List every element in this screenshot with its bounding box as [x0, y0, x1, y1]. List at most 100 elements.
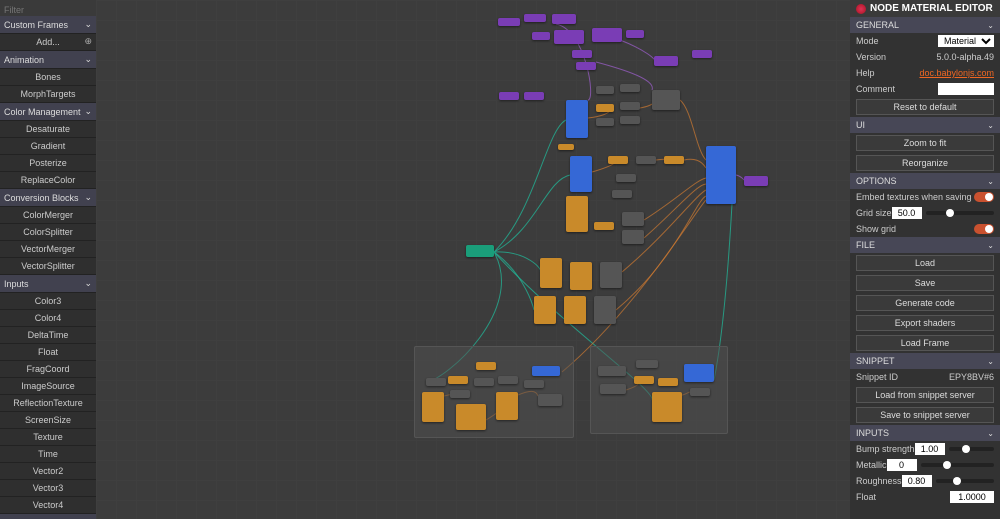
graph-node[interactable] [692, 50, 712, 58]
graph-node[interactable] [498, 18, 520, 26]
gridsize-input[interactable] [892, 207, 922, 219]
graph-node[interactable] [456, 404, 486, 430]
block-item-gradient[interactable]: Gradient [0, 138, 96, 155]
category-custom-frames[interactable]: Custom Frames⌄ [0, 16, 96, 34]
category-color-management[interactable]: Color Management⌄ [0, 103, 96, 121]
showgrid-toggle[interactable] [974, 224, 994, 234]
graph-node[interactable] [570, 156, 592, 192]
block-item-bones[interactable]: Bones [0, 69, 96, 86]
graph-node[interactable] [496, 392, 518, 420]
graph-node[interactable] [744, 176, 768, 186]
block-item-colormerger[interactable]: ColorMerger [0, 207, 96, 224]
graph-node[interactable] [620, 84, 640, 92]
graph-node[interactable] [622, 212, 644, 226]
block-item-colorsplitter[interactable]: ColorSplitter [0, 224, 96, 241]
save-snippet-button[interactable]: Save to snippet server [856, 407, 994, 423]
graph-node[interactable] [474, 378, 494, 386]
graph-node[interactable] [620, 102, 640, 110]
graph-node[interactable] [538, 394, 562, 406]
mode-select[interactable]: Material [938, 35, 994, 47]
graph-node[interactable] [596, 118, 614, 126]
graph-node[interactable] [636, 156, 656, 164]
graph-node[interactable] [608, 156, 628, 164]
graph-node[interactable] [570, 262, 592, 290]
graph-node[interactable] [598, 366, 626, 376]
block-item-vector2[interactable]: Vector2 [0, 463, 96, 480]
graph-node[interactable] [652, 90, 680, 110]
node-canvas[interactable] [96, 0, 850, 519]
block-item-float[interactable]: Float [0, 344, 96, 361]
rough-input[interactable] [902, 475, 932, 487]
export-shaders-button[interactable]: Export shaders [856, 315, 994, 331]
block-item-replacecolor[interactable]: ReplaceColor [0, 172, 96, 189]
category-interpolation[interactable]: Interpolation⌄ [0, 514, 96, 519]
graph-node[interactable] [636, 360, 658, 368]
graph-node[interactable] [532, 366, 560, 376]
graph-node[interactable] [690, 388, 710, 396]
rough-slider[interactable] [936, 479, 994, 483]
graph-node[interactable] [634, 376, 654, 384]
graph-node[interactable] [566, 196, 588, 232]
load-snippet-button[interactable]: Load from snippet server [856, 387, 994, 403]
metallic-input[interactable] [887, 459, 917, 471]
float-input[interactable] [950, 491, 994, 503]
block-item-posterize[interactable]: Posterize [0, 155, 96, 172]
generate-code-button[interactable]: Generate code [856, 295, 994, 311]
graph-node[interactable] [554, 30, 584, 44]
category-animation[interactable]: Animation⌄ [0, 51, 96, 69]
category-inputs[interactable]: Inputs⌄ [0, 275, 96, 293]
graph-node[interactable] [594, 296, 616, 324]
graph-node[interactable] [422, 392, 444, 422]
bump-input[interactable] [915, 443, 945, 455]
reset-button[interactable]: Reset to default [856, 99, 994, 115]
gridsize-slider[interactable] [926, 211, 994, 215]
section-inputs[interactable]: INPUTS⌄ [850, 425, 1000, 441]
load-frame-button[interactable]: Load Frame [856, 335, 994, 351]
graph-node[interactable] [596, 86, 614, 94]
graph-node[interactable] [576, 62, 596, 70]
graph-node[interactable] [498, 376, 518, 384]
block-item-screensize[interactable]: ScreenSize [0, 412, 96, 429]
graph-node[interactable] [612, 190, 632, 198]
graph-node[interactable] [466, 245, 494, 257]
graph-node[interactable] [664, 156, 684, 164]
graph-node[interactable] [594, 222, 614, 230]
graph-node[interactable] [499, 92, 519, 100]
graph-node[interactable] [534, 296, 556, 324]
graph-node[interactable] [658, 378, 678, 386]
graph-node[interactable] [564, 296, 586, 324]
block-item-imagesource[interactable]: ImageSource [0, 378, 96, 395]
embed-toggle[interactable] [974, 192, 994, 202]
graph-node[interactable] [524, 14, 546, 22]
graph-node[interactable] [620, 116, 640, 124]
category-conversion-blocks[interactable]: Conversion Blocks⌄ [0, 189, 96, 207]
bump-slider[interactable] [949, 447, 994, 451]
graph-node[interactable] [524, 92, 544, 100]
load-button[interactable]: Load [856, 255, 994, 271]
block-item-vector4[interactable]: Vector4 [0, 497, 96, 514]
block-item-color4[interactable]: Color4 [0, 310, 96, 327]
graph-node[interactable] [558, 144, 574, 150]
section-general[interactable]: GENERAL⌄ [850, 17, 1000, 33]
zoom-fit-button[interactable]: Zoom to fit [856, 135, 994, 151]
graph-node[interactable] [654, 56, 678, 66]
block-item-desaturate[interactable]: Desaturate [0, 121, 96, 138]
save-button[interactable]: Save [856, 275, 994, 291]
graph-node[interactable] [566, 100, 588, 138]
block-item-morphtargets[interactable]: MorphTargets [0, 86, 96, 103]
block-item-time[interactable]: Time [0, 446, 96, 463]
help-link[interactable]: doc.babylonjs.com [919, 68, 994, 78]
graph-node[interactable] [652, 392, 682, 422]
graph-node[interactable] [540, 258, 562, 288]
graph-node[interactable] [596, 104, 614, 112]
graph-node[interactable] [552, 14, 576, 24]
graph-node[interactable] [600, 262, 622, 288]
block-item-color3[interactable]: Color3 [0, 293, 96, 310]
graph-node[interactable] [622, 230, 644, 244]
block-item-deltatime[interactable]: DeltaTime [0, 327, 96, 344]
comment-input[interactable] [938, 83, 994, 95]
section-snippet[interactable]: SNIPPET⌄ [850, 353, 1000, 369]
graph-node[interactable] [600, 384, 626, 394]
reorganize-button[interactable]: Reorganize [856, 155, 994, 171]
graph-node[interactable] [448, 376, 468, 384]
